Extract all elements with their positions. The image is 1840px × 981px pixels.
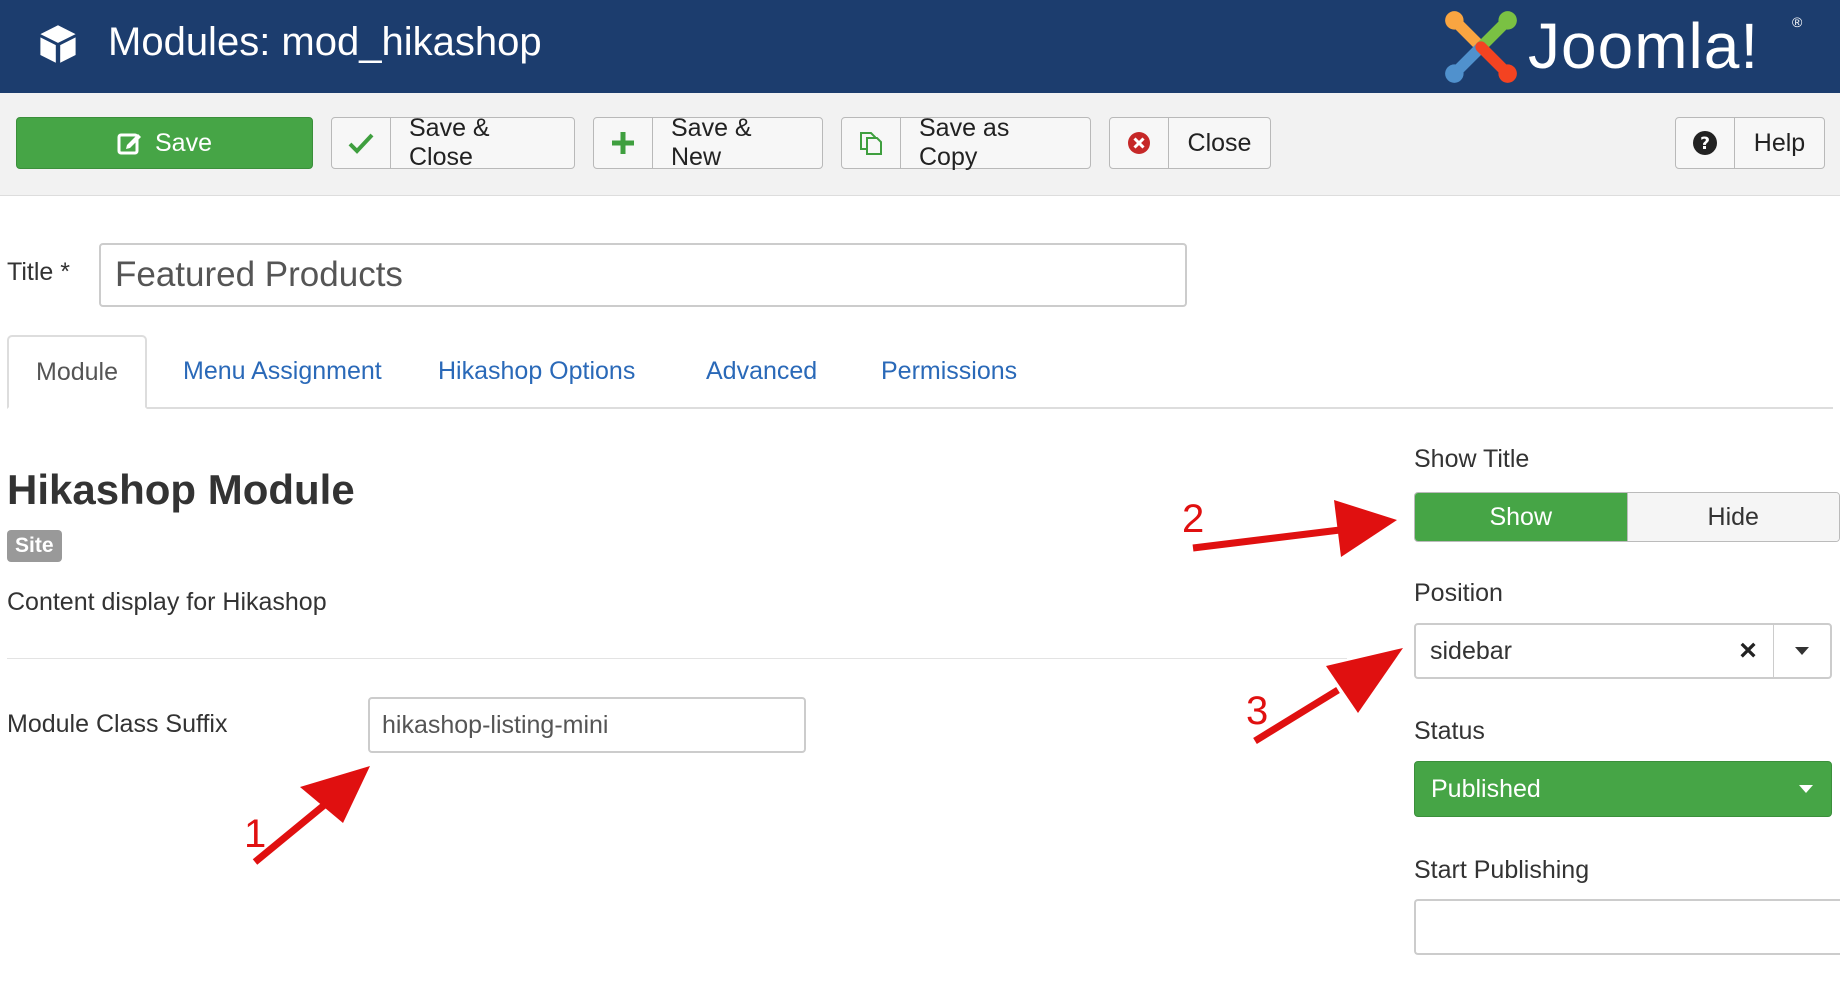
registered-mark: ® xyxy=(1792,14,1803,30)
save-button[interactable]: Save xyxy=(16,117,313,169)
cube-icon xyxy=(40,25,76,63)
plus-icon xyxy=(612,132,634,154)
arrow-3 xyxy=(1253,648,1403,744)
divider xyxy=(7,658,1347,659)
close-label: Close xyxy=(1187,128,1252,157)
show-title-toggle: Show Hide xyxy=(1414,492,1840,542)
save-copy-label: Save as Copy xyxy=(919,114,1010,171)
close-circle-icon xyxy=(1128,132,1150,154)
help-button[interactable]: ? Help xyxy=(1675,117,1825,169)
arrow-1 xyxy=(252,766,370,865)
save-new-button[interactable]: Save & New xyxy=(593,114,823,171)
caret-down-icon xyxy=(1795,647,1809,655)
question-icon: ? xyxy=(1693,131,1717,155)
title-label: Title * xyxy=(7,258,70,286)
hide-option[interactable]: Hide xyxy=(1626,493,1839,541)
save-close-label: Save & Close xyxy=(409,114,490,171)
status-select[interactable]: Published xyxy=(1414,761,1832,817)
annotation-number-3: 3 xyxy=(1246,689,1269,733)
top-header: Modules: mod_hikashop Joomla! ® xyxy=(0,0,1840,93)
start-publishing-input[interactable] xyxy=(1414,899,1840,955)
module-description: Content display for Hikashop xyxy=(7,588,327,616)
site-badge: Site xyxy=(7,530,62,562)
tab-hikashop-options[interactable]: Hikashop Options xyxy=(412,335,661,407)
position-label: Position xyxy=(1414,579,1503,607)
save-copy-button[interactable]: Save as Copy xyxy=(841,114,1091,171)
close-button[interactable]: Close xyxy=(1109,117,1271,169)
save-label: Save xyxy=(155,128,212,157)
page-title: Modules: mod_hikashop xyxy=(108,20,542,64)
tab-menu-assignment[interactable]: Menu Assignment xyxy=(157,335,408,407)
help-label: Help xyxy=(1753,128,1806,157)
module-class-suffix-label: Module Class Suffix xyxy=(7,710,228,738)
position-select[interactable]: sidebar × xyxy=(1414,623,1832,679)
status-value: Published xyxy=(1431,774,1541,803)
joomla-wordmark: Joomla! xyxy=(1528,10,1760,82)
edit-icon xyxy=(117,133,141,155)
tab-permissions[interactable]: Permissions xyxy=(855,335,1043,407)
annotation-number-1: 1 xyxy=(244,812,267,856)
joomla-logo-icon xyxy=(1445,11,1517,83)
start-publishing-label: Start Publishing xyxy=(1414,856,1590,884)
caret-down-icon xyxy=(1799,785,1813,793)
show-title-label: Show Title xyxy=(1414,445,1530,473)
title-input[interactable]: Featured Products xyxy=(99,243,1187,307)
annotation-number-2: 2 xyxy=(1182,497,1205,541)
position-value: sidebar xyxy=(1430,636,1512,665)
copy-icon xyxy=(860,132,882,155)
module-heading: Hikashop Module xyxy=(7,466,355,513)
toolbar: Save Save & Close Save & New Save as Cop… xyxy=(0,93,1840,196)
tab-module[interactable]: Module xyxy=(7,335,147,409)
clear-icon[interactable]: × xyxy=(1723,634,1773,668)
tab-advanced[interactable]: Advanced xyxy=(680,335,843,407)
joomla-logo: Joomla! ® xyxy=(1440,6,1820,86)
check-icon xyxy=(348,133,374,154)
module-class-suffix-input[interactable]: hikashop-listing-mini xyxy=(368,697,806,753)
status-label: Status xyxy=(1414,717,1485,745)
save-new-label: Save & New xyxy=(671,114,752,171)
tab-bar: Module Menu Assignment Hikashop Options … xyxy=(7,335,1833,409)
arrow-2 xyxy=(1192,500,1397,557)
save-close-button[interactable]: Save & Close xyxy=(331,114,575,171)
svg-text:?: ? xyxy=(1700,134,1710,154)
show-option[interactable]: Show xyxy=(1415,493,1627,541)
